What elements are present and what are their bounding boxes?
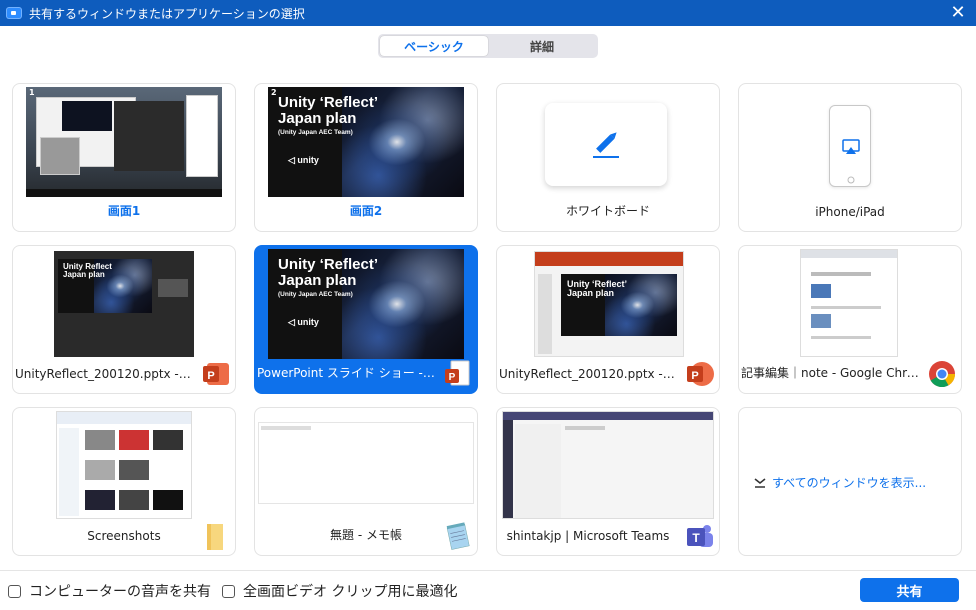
whiteboard-card xyxy=(545,103,667,186)
tile-label: shintakjp | Microsoft Teams xyxy=(506,529,670,543)
teams-icon: T xyxy=(687,525,713,547)
unity-icon: ◁ xyxy=(288,155,298,165)
tile-screen-1[interactable]: 1 画面1 xyxy=(12,83,236,232)
show-all-windows-link[interactable]: すべてのウィンドウを表示... xyxy=(753,474,926,491)
slide-title-2: Japan plan xyxy=(278,271,357,289)
close-button[interactable]: ✕ xyxy=(948,3,968,23)
slideshow-thumbnail: Unity ‘Reflect’ Japan plan (Unity Japan … xyxy=(268,249,464,359)
tile-label: PowerPoint スライド ショー - UnityReflect_20012… xyxy=(257,366,441,380)
tile-powerpoint-slideshow[interactable]: Unity ‘Reflect’ Japan plan (Unity Japan … xyxy=(254,245,478,394)
tile-label: ホワイトボード xyxy=(565,204,650,218)
slide-subtitle: (Unity Japan AEC Team) xyxy=(278,291,353,298)
tab-bar: ベーシック 詳細 xyxy=(378,34,598,58)
powerpoint-icon: P xyxy=(687,362,714,386)
phone-icon xyxy=(829,105,871,187)
tile-label: UnityReflect_200120.pptx - PowerPoint xyxy=(15,367,199,381)
tile-notepad[interactable]: 無題 - メモ帳 xyxy=(254,407,478,556)
screen-number: 2 xyxy=(271,88,277,97)
share-button[interactable]: 共有 xyxy=(860,578,959,602)
tile-chrome-window[interactable]: 記事編集｜note - Google Chrome xyxy=(738,245,962,394)
svg-text:T: T xyxy=(692,531,700,545)
screen-2-thumbnail: Unity ‘Reflect’ Japan plan (Unity Japan … xyxy=(268,87,464,197)
screen-number: 1 xyxy=(29,88,35,97)
slide-title-2: Japan plan xyxy=(278,109,357,127)
share-audio-checkbox[interactable]: コンピューターの音声を共有 xyxy=(8,581,211,601)
tile-powerpoint-window-2[interactable]: Unity ‘Reflect’ Japan plan UnityReflect_2… xyxy=(496,245,720,394)
airplay-icon xyxy=(842,139,860,184)
tile-label: 画面2 xyxy=(349,204,383,218)
slide-logo: ◁ unity xyxy=(288,317,319,327)
tab-basic[interactable]: ベーシック xyxy=(380,36,488,56)
tile-powerpoint-window-1[interactable]: Unity Reflect Japan plan UnityReflect_200… xyxy=(12,245,236,394)
slide-title-1: Unity ‘Reflect’ xyxy=(278,256,379,273)
chrome-icon xyxy=(929,361,956,388)
window-title: 共有するウィンドウまたはアプリケーションの選択 xyxy=(29,6,305,21)
powerpoint-edit-thumbnail: Unity ‘Reflect’ Japan plan xyxy=(534,251,684,357)
explorer-thumbnail xyxy=(56,411,192,519)
pencil-icon xyxy=(593,132,619,158)
svg-text:P: P xyxy=(207,370,214,382)
unity-icon: ◁ xyxy=(288,317,298,327)
tile-teams[interactable]: shintakjp | Microsoft Teams T xyxy=(496,407,720,556)
tile-label: 記事編集｜note - Google Chrome xyxy=(741,366,925,380)
screen-1-thumbnail xyxy=(26,87,222,197)
title-bar: 共有するウィンドウまたはアプリケーションの選択 ✕ xyxy=(0,0,976,26)
tile-label: UnityReflect_200120.pptx - PowerPoint xyxy=(499,367,683,381)
show-all-windows-label: すべてのウィンドウを表示... xyxy=(772,476,927,490)
chrome-thumbnail xyxy=(800,249,898,357)
notepad-thumbnail xyxy=(258,422,474,504)
powerpoint-icon: P xyxy=(203,363,229,385)
folder-icon xyxy=(207,524,223,550)
teams-thumbnail xyxy=(502,411,714,519)
optimize-video-checkbox[interactable]: 全画面ビデオ クリップ用に最適化 xyxy=(222,581,457,601)
share-audio-label: コンピューターの音声を共有 xyxy=(29,584,211,600)
tile-show-all-windows: すべてのウィンドウを表示... xyxy=(738,407,962,556)
svg-text:P: P xyxy=(691,370,698,382)
checkbox-box[interactable] xyxy=(8,584,21,598)
slideshow-icon: P xyxy=(445,360,470,386)
tile-label: iPhone/iPad xyxy=(815,205,885,219)
zoom-icon xyxy=(6,7,22,19)
tile-screen-2[interactable]: Unity ‘Reflect’ Japan plan (Unity Japan … xyxy=(254,83,478,232)
slide-title-1: Unity ‘Reflect’ xyxy=(278,94,379,111)
svg-text:P: P xyxy=(449,372,456,383)
slide-logo: ◁ unity xyxy=(288,155,319,165)
slide-subtitle: (Unity Japan AEC Team) xyxy=(278,129,353,136)
notepad-icon xyxy=(446,522,470,550)
powerpoint-thumbnail: Unity Reflect Japan plan xyxy=(54,251,194,357)
tab-advanced[interactable]: 詳細 xyxy=(488,36,596,56)
tile-label: 画面1 xyxy=(107,204,141,218)
footer-bar: コンピューターの音声を共有 全画面ビデオ クリップ用に最適化 共有 xyxy=(0,570,976,610)
tile-iphone-ipad[interactable]: iPhone/iPad xyxy=(738,83,962,232)
optimize-video-label: 全画面ビデオ クリップ用に最適化 xyxy=(243,584,458,600)
checkbox-box[interactable] xyxy=(222,584,235,598)
tile-whiteboard[interactable]: ホワイトボード xyxy=(496,83,720,232)
chevron-double-down-icon xyxy=(754,477,766,488)
tile-screenshots-folder[interactable]: Screenshots xyxy=(12,407,236,556)
